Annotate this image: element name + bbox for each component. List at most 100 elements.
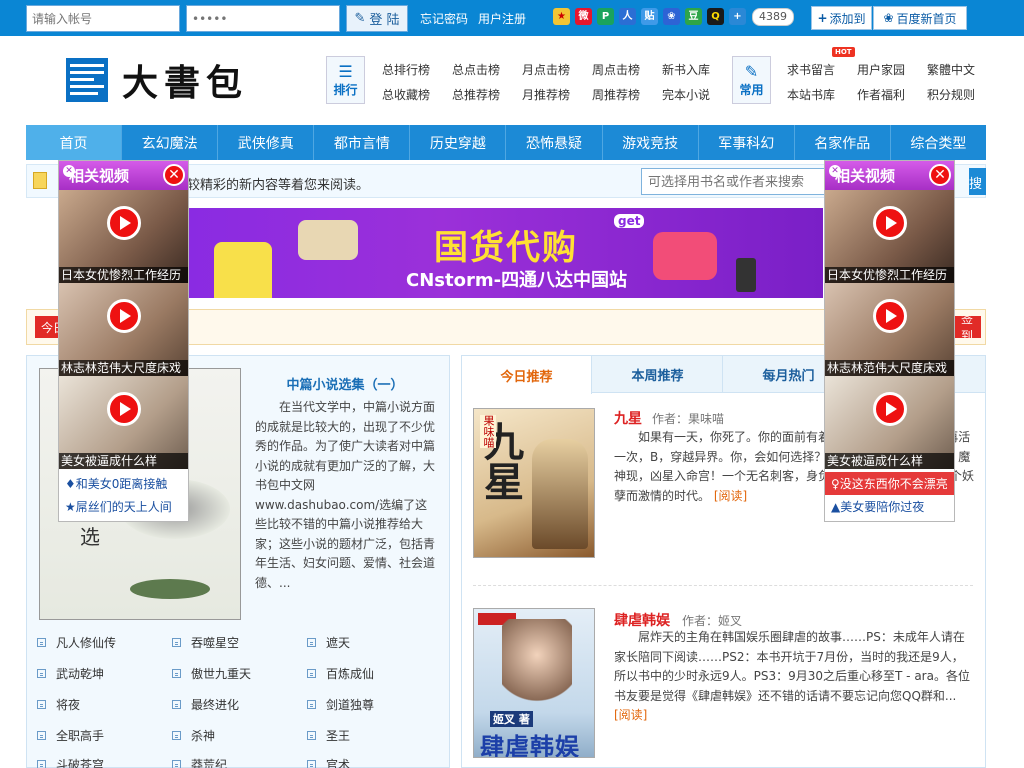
collection-title[interactable]: 中篇小说选集（一） xyxy=(255,374,435,393)
pengyou-icon[interactable]: P xyxy=(597,8,614,25)
book-icon xyxy=(307,760,316,768)
more-share-icon[interactable]: + xyxy=(729,8,746,25)
nav-item[interactable]: 武侠修真 xyxy=(218,125,315,160)
checkin-button[interactable]: 签到 xyxy=(955,316,981,338)
rank-link[interactable]: 月推荐榜 xyxy=(522,86,570,103)
book-title[interactable]: 九星 xyxy=(614,408,642,428)
plus-icon: + xyxy=(817,11,828,25)
close-small-icon[interactable]: ✕ xyxy=(829,165,841,177)
book-cover[interactable]: 九星 果味喵 xyxy=(473,408,595,558)
read-link[interactable]: [阅读] xyxy=(714,489,747,503)
floating-island-image xyxy=(130,579,210,599)
common-link[interactable]: 本站书库 xyxy=(787,86,835,103)
common-link[interactable]: 积分规则 xyxy=(927,86,975,103)
close-icon[interactable]: ✕ xyxy=(163,164,185,186)
rank-link[interactable]: 新书入库 xyxy=(662,61,710,78)
book-list-item[interactable]: 傲世九重天 xyxy=(172,665,251,682)
video-link[interactable]: ▲美女要陪你过夜 xyxy=(825,495,954,518)
nav-item-home[interactable]: 首页 xyxy=(26,125,123,160)
ad-banner[interactable]: get 国货代购 CNstorm-四通八达中国站 xyxy=(188,208,823,298)
baidu-paw-icon[interactable]: ❀ xyxy=(663,8,680,25)
book-cover[interactable]: 姬叉 著 肆虐韩娱 xyxy=(473,608,595,758)
close-icon[interactable]: ✕ xyxy=(929,164,951,186)
book-list-item[interactable]: 凡人修仙传 xyxy=(37,634,116,651)
rank-link[interactable]: 总排行榜 xyxy=(382,61,430,78)
nav-item[interactable]: 都市言情 xyxy=(314,125,411,160)
rank-link[interactable]: 完本小说 xyxy=(662,86,710,103)
nav-item[interactable]: 综合类型 xyxy=(891,125,986,160)
video-thumbnail[interactable]: 林志林范伟大尺度床戏 xyxy=(825,283,954,376)
read-link[interactable]: [阅读] xyxy=(614,708,647,722)
common-link[interactable]: 繁體中文 xyxy=(927,61,975,78)
book-list-item[interactable]: 全职高手 xyxy=(37,727,104,744)
book-list-item[interactable]: 莽荒纪 xyxy=(172,756,227,768)
search-input[interactable] xyxy=(641,168,851,195)
rank-link[interactable]: 周推荐榜 xyxy=(592,86,640,103)
share-count: 4389 xyxy=(752,8,794,26)
video-thumbnail[interactable]: 美女被逼成什么样 xyxy=(59,376,188,469)
password-input[interactable] xyxy=(186,5,340,32)
video-link[interactable]: ♀没这东西你不会漂亮 xyxy=(825,472,954,495)
book-list-item[interactable]: 官术 xyxy=(307,756,350,768)
video-thumbnail[interactable]: 日本女优惨烈工作经历 xyxy=(59,190,188,283)
rank-link[interactable]: 周点击榜 xyxy=(592,61,640,78)
rank-link[interactable]: 总推荐榜 xyxy=(452,86,500,103)
common-link[interactable]: 用户家园 xyxy=(857,61,905,78)
rank-box[interactable]: ☰ 排行 xyxy=(326,56,365,104)
book-list-item[interactable]: 遮天 xyxy=(307,634,350,651)
weibo-icon[interactable]: 微 xyxy=(575,8,592,25)
site-logo[interactable]: 大書包 xyxy=(66,56,248,104)
cover-author: 姬叉 著 xyxy=(490,711,533,727)
rank-link[interactable]: 总收藏榜 xyxy=(382,86,430,103)
book-list-item[interactable]: 百炼成仙 xyxy=(307,665,374,682)
douban-icon[interactable]: 豆 xyxy=(685,8,702,25)
book-author[interactable]: 作者：果味喵 xyxy=(652,410,724,427)
tieba-icon[interactable]: 贴 xyxy=(641,8,658,25)
nav-item[interactable]: 历史穿越 xyxy=(410,125,507,160)
baidu-home-button[interactable]: ❀ 百度新首页 xyxy=(873,6,967,30)
book-icon xyxy=(172,700,181,709)
forgot-password-link[interactable]: 忘记密码 xyxy=(420,10,468,27)
renren-icon[interactable]: 人 xyxy=(619,8,636,25)
login-button[interactable]: ✎ 登 陆 xyxy=(346,5,408,32)
register-link[interactable]: 用户注册 xyxy=(478,10,526,27)
book-title[interactable]: 肆虐韩娱 xyxy=(614,610,670,630)
video-thumbnail[interactable]: 林志林范伟大尺度床戏 xyxy=(59,283,188,376)
edit-icon: ✎ xyxy=(354,11,366,26)
nav-item[interactable]: 玄幻魔法 xyxy=(122,125,219,160)
book-list-item[interactable]: 杀神 xyxy=(172,727,215,744)
add-to-button[interactable]: + 添加到 xyxy=(811,6,872,30)
ad-bag-image xyxy=(653,232,717,280)
video-link[interactable]: ♦和美女0距离接触 xyxy=(59,472,188,495)
search-button[interactable]: 搜索 xyxy=(969,168,986,195)
book-list-item[interactable]: 剑道独尊 xyxy=(307,696,374,713)
video-link[interactable]: ★屌丝们的天上人间 xyxy=(59,495,188,518)
video-thumbnail[interactable]: 日本女优惨烈工作经历 xyxy=(825,190,954,283)
book-list-item[interactable]: 圣王 xyxy=(307,727,350,744)
qzone-icon[interactable]: ★ xyxy=(553,8,570,25)
list-icon: ☰ xyxy=(338,62,353,81)
close-small-icon[interactable]: ✕ xyxy=(63,165,75,177)
video-thumbnail[interactable]: 美女被逼成什么样 xyxy=(825,376,954,469)
common-link[interactable]: 作者福利 xyxy=(857,86,905,103)
nav-item[interactable]: 军事科幻 xyxy=(699,125,795,160)
book-list-item[interactable]: 斗破苍穹 xyxy=(37,756,104,768)
book-list-item[interactable]: 最终进化 xyxy=(172,696,239,713)
username-input[interactable] xyxy=(26,5,180,32)
book-list-item[interactable]: 将夜 xyxy=(37,696,80,713)
book-list-item[interactable]: 吞噬星空 xyxy=(172,634,239,651)
common-link[interactable]: 求书留言 xyxy=(787,61,835,78)
cover-author: 果味喵 xyxy=(480,415,496,448)
common-box[interactable]: ✎ 常用 xyxy=(732,56,771,104)
tab-week[interactable]: 本周推荐 xyxy=(593,356,723,393)
nav-item[interactable]: 游戏竞技 xyxy=(603,125,699,160)
tab-today[interactable]: 今日推荐 xyxy=(462,356,592,394)
rank-link[interactable]: 总点击榜 xyxy=(452,61,500,78)
ad-subtitle: CNstorm-四通八达中国站 xyxy=(406,270,628,291)
nav-item[interactable]: 名家作品 xyxy=(795,125,891,160)
rank-link[interactable]: 月点击榜 xyxy=(522,61,570,78)
book-author[interactable]: 作者：姬叉 xyxy=(682,612,742,629)
qq-icon[interactable]: Q xyxy=(707,8,724,25)
nav-item[interactable]: 恐怖悬疑 xyxy=(506,125,603,160)
book-list-item[interactable]: 武动乾坤 xyxy=(37,665,104,682)
